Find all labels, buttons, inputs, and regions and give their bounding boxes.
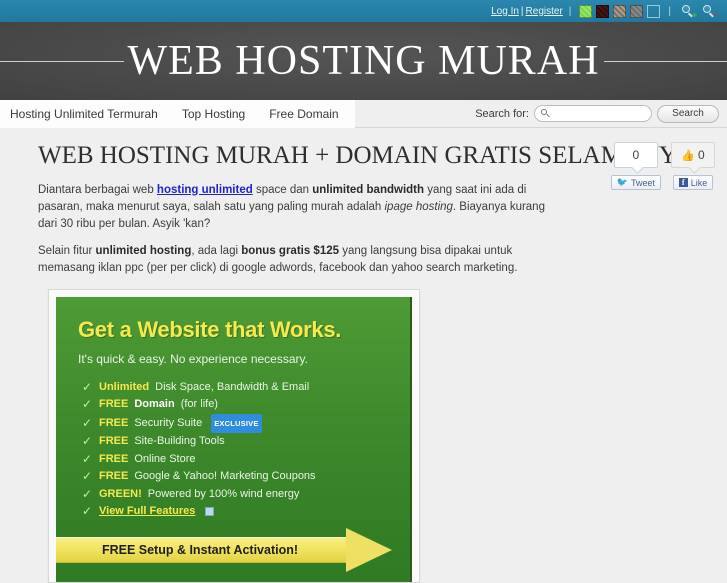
facebook-f-icon: f — [679, 178, 688, 187]
main-menu: Hosting Unlimited Termurah Top Hosting F… — [0, 100, 355, 128]
cta-label: FREE Setup & Instant Activation! — [56, 537, 350, 563]
hosting-unlimited-link[interactable]: hosting unlimited — [157, 184, 253, 196]
swatch-gray[interactable] — [630, 5, 643, 18]
login-link[interactable]: Log In — [491, 6, 519, 17]
list-item: ✓ Unlimited Disk Space, Bandwidth & Emai… — [82, 379, 410, 397]
list-item: ✓ View Full Features — [82, 503, 410, 521]
search-icon — [541, 109, 550, 118]
feature-text: Google & Yahoo! Marketing Coupons — [134, 468, 315, 486]
p1-bold-1: unlimited bandwidth — [312, 184, 424, 196]
check-icon: ✓ — [82, 433, 93, 451]
hosting-ad-banner[interactable]: Get a Website that Works. It's quick & e… — [56, 297, 412, 582]
list-item: ✓ FREE Site-Building Tools — [82, 433, 410, 451]
article-body: Diantara berbagai web hosting unlimited … — [0, 170, 552, 277]
list-item: ✓ FREE Domain (for life) — [82, 396, 410, 414]
p2-text-2: , ada lagi — [191, 245, 241, 257]
list-item: ✓ FREE Google & Yahoo! Marketing Coupons — [82, 468, 410, 486]
feature-highlight: FREE — [99, 396, 128, 414]
ad-subheadline: It's quick & easy. No experience necessa… — [56, 343, 410, 366]
feature-highlight: FREE — [99, 468, 128, 486]
tweet-button[interactable]: 🐦 Tweet — [611, 175, 661, 190]
ad-feature-list: ✓ Unlimited Disk Space, Bandwidth & Emai… — [56, 379, 410, 521]
swatch-green[interactable] — [579, 5, 592, 18]
p2-bold-2: bonus gratis $125 — [241, 245, 339, 257]
feature-text: Security Suite — [134, 415, 202, 433]
header-rule-left — [0, 61, 124, 62]
check-icon: ✓ — [82, 503, 93, 521]
tweet-button-label: Tweet — [631, 178, 655, 188]
cta-arrow-banner[interactable]: FREE Setup & Instant Activation! — [56, 528, 412, 572]
site-title[interactable]: WEB HOSTING MURAH — [124, 40, 604, 82]
p1-text-1: Diantara berbagai web — [38, 184, 157, 196]
twitter-bird-icon: 🐦 — [617, 177, 628, 188]
magnifier-plus-icon[interactable]: + — [681, 4, 696, 18]
check-icon: ✓ — [82, 451, 93, 469]
feature-highlight: FREE — [99, 451, 128, 469]
site-header: WEB HOSTING MURAH — [0, 22, 727, 100]
nav-item-free-domain[interactable]: Free Domain — [257, 100, 350, 128]
tweet-count-bubble: 0 — [614, 142, 658, 168]
search-label: Search for: — [475, 108, 529, 120]
p1-text-2: space dan — [253, 184, 312, 196]
search-area: Search for: Search — [475, 100, 727, 127]
check-icon: ✓ — [82, 486, 93, 504]
register-link[interactable]: Register — [526, 6, 563, 17]
check-icon: ✓ — [82, 379, 93, 397]
feature-highlight: FREE — [99, 415, 128, 433]
feature-highlight: Unlimited — [99, 379, 149, 397]
like-count-bubble: 👍 0 — [671, 142, 715, 168]
swatch-dark-red[interactable] — [596, 5, 609, 18]
facebook-like-widget: 👍 0 f Like — [671, 142, 715, 190]
cta-arrow-head — [346, 528, 392, 572]
exclusive-badge: EXCLUSIVE — [211, 414, 261, 434]
p2-text-1: Selain fitur — [38, 245, 96, 257]
swatch-empty[interactable] — [647, 5, 660, 18]
view-full-features-link[interactable]: View Full Features — [99, 503, 195, 521]
magnifier-minus-icon[interactable]: − — [702, 4, 717, 18]
search-field[interactable] — [534, 105, 652, 122]
feature-text: Site-Building Tools — [134, 433, 224, 451]
topbar-divider: | — [521, 6, 524, 17]
list-item: ✓ FREE Security Suite EXCLUSIVE — [82, 414, 410, 434]
search-button[interactable]: Search — [657, 105, 719, 123]
page-content: WEB HOSTING MURAH + DOMAIN GRATIS SELAMA… — [0, 128, 727, 583]
list-item: ✓ FREE Online Store — [82, 451, 410, 469]
feature-highlight: GREEN! — [99, 486, 142, 504]
p1-italic-1: ipage hosting — [385, 201, 453, 213]
nav-item-top-hosting[interactable]: Top Hosting — [170, 100, 257, 128]
feature-highlight: FREE — [99, 433, 128, 451]
feature-text: Online Store — [134, 451, 195, 469]
check-icon: ✓ — [82, 468, 93, 486]
nav-item-hosting-unlimited-termurah[interactable]: Hosting Unlimited Termurah — [6, 100, 170, 128]
paragraph-1: Diantara berbagai web hosting unlimited … — [38, 182, 552, 233]
like-count: 0 — [698, 148, 705, 162]
social-share-widgets: 0 🐦 Tweet 👍 0 f Like — [611, 142, 715, 190]
thumbs-up-icon: 👍 — [681, 149, 695, 162]
search-input[interactable] — [553, 107, 645, 120]
swatch-blue-orange[interactable] — [613, 5, 626, 18]
feature-text: (for life) — [181, 396, 218, 414]
check-icon: ✓ — [82, 396, 93, 414]
ad-headline: Get a Website that Works. — [56, 297, 410, 343]
twitter-share-widget: 0 🐦 Tweet — [611, 142, 661, 190]
p2-bold-1: unlimited hosting — [96, 245, 192, 257]
advertisement-frame: Get a Website that Works. It's quick & e… — [48, 289, 420, 583]
list-item: ✓ GREEN! Powered by 100% wind energy — [82, 486, 410, 504]
feature-text: Powered by 100% wind energy — [148, 486, 300, 504]
like-button-label: Like — [691, 178, 708, 188]
like-button[interactable]: f Like — [673, 175, 714, 190]
window-icon — [205, 507, 214, 516]
topbar-separator-1: | — [569, 6, 572, 17]
main-navigation-bar: Hosting Unlimited Termurah Top Hosting F… — [0, 100, 727, 128]
paragraph-2: Selain fitur unlimited hosting, ada lagi… — [38, 243, 552, 277]
topbar-separator-2: | — [668, 6, 671, 17]
check-icon: ✓ — [82, 415, 93, 433]
feature-text: Disk Space, Bandwidth & Email — [155, 379, 309, 397]
feature-subhighlight: Domain — [134, 396, 174, 414]
admin-topbar: Log In | Register | | + − — [0, 0, 727, 22]
header-rule-right — [604, 61, 727, 62]
